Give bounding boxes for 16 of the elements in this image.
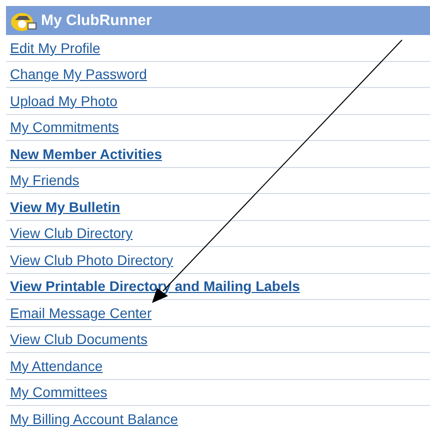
menu-link[interactable]: Change My Password	[10, 66, 147, 82]
menu-link[interactable]: Email Message Center	[10, 304, 152, 321]
menu-link[interactable]: Upload My Photo	[10, 92, 118, 109]
panel-title: My ClubRunner	[41, 12, 152, 29]
menu-link[interactable]: View Club Directory	[10, 225, 133, 242]
menu-link[interactable]: My Attendance	[10, 358, 103, 374]
menu-link[interactable]: View Club Photo Directory	[10, 252, 174, 268]
menu-link[interactable]: View Club Documents	[10, 331, 148, 348]
menu-link[interactable]: New Member Activities	[10, 146, 162, 162]
mascot-icon	[11, 10, 37, 30]
menu-link[interactable]: View My Bulletin	[10, 198, 120, 215]
menu-link[interactable]: My Friends	[10, 172, 80, 188]
menu-link[interactable]: My Billing Account Balance	[10, 410, 178, 427]
menu-link[interactable]: My Committees	[10, 384, 108, 400]
menu-link[interactable]: My Commitments	[10, 119, 119, 136]
menu-link[interactable]: Edit My Profile	[10, 40, 100, 56]
